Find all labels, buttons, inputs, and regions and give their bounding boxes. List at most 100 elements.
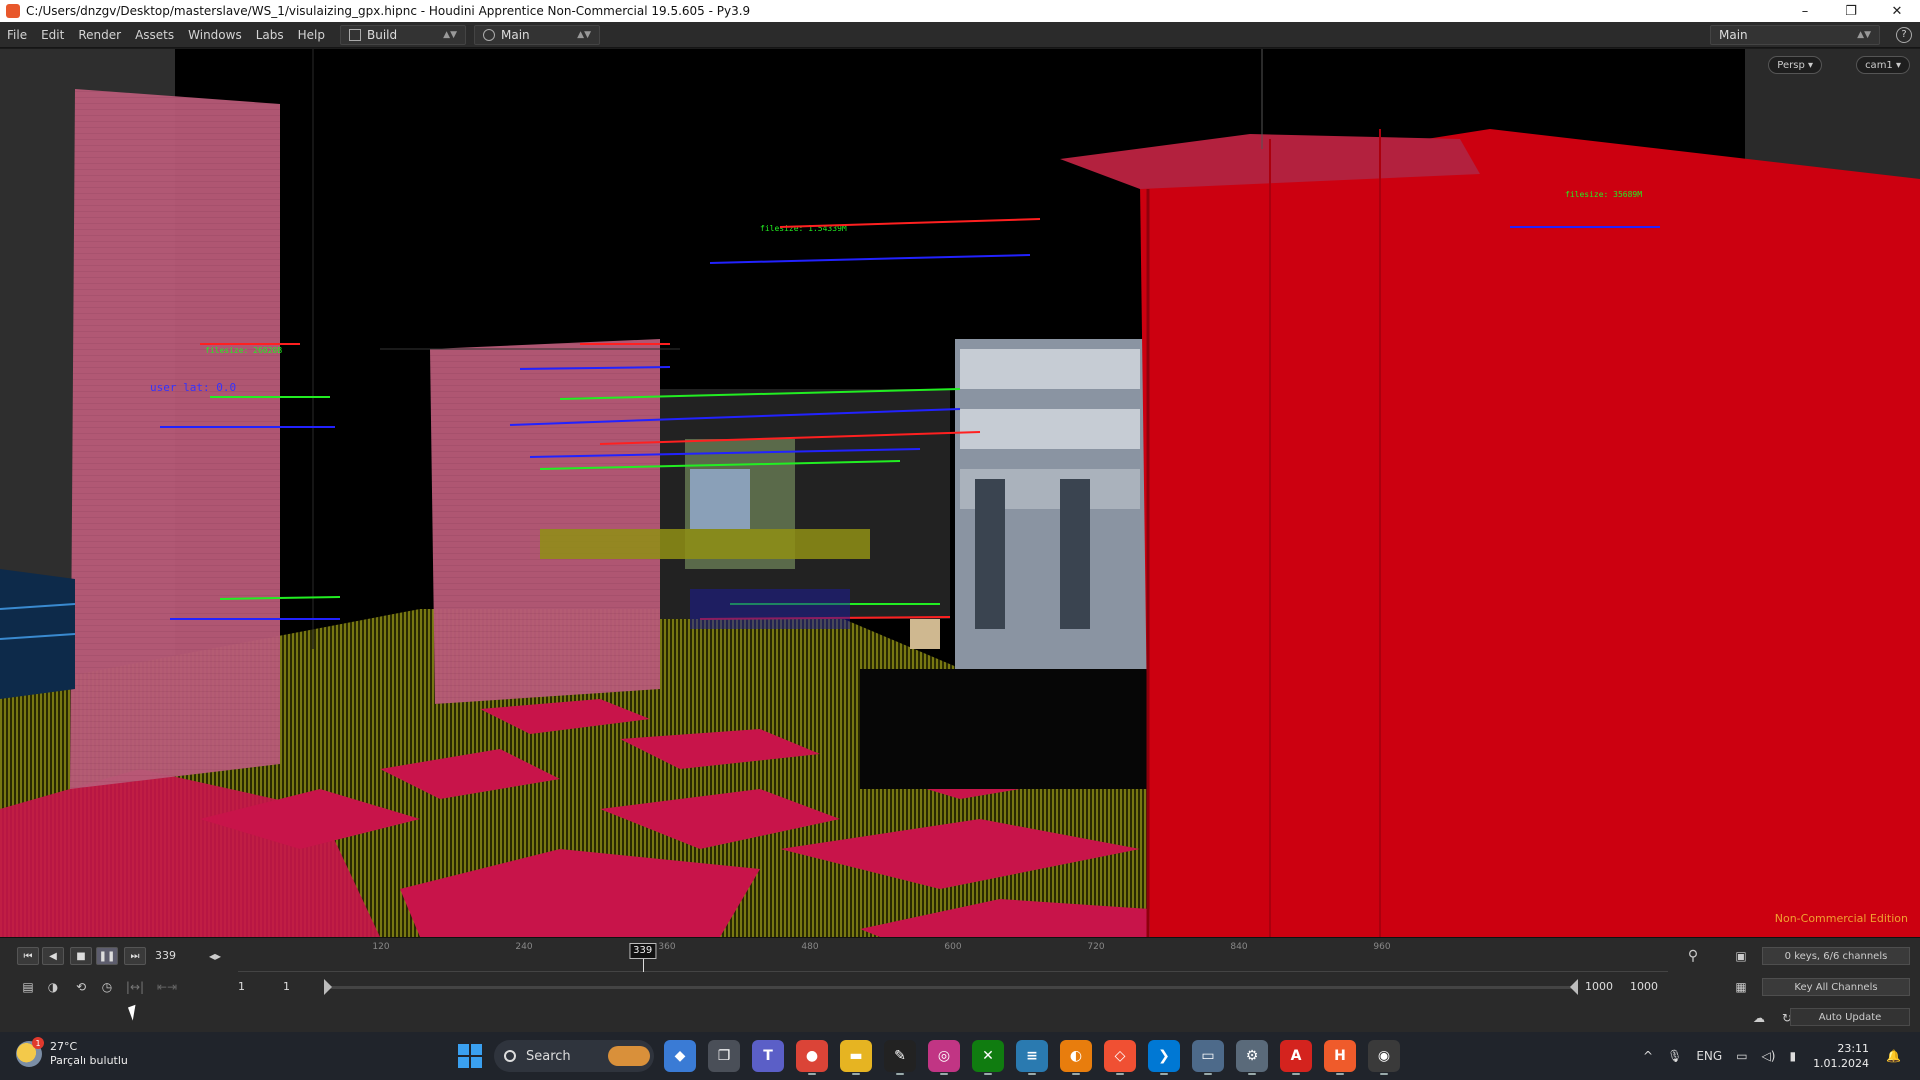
- weather-temp: 27°C: [50, 1040, 78, 1053]
- playbar-row-1: ⏮ ◀ ■ ❚❚ ⏭ 339 ◂▸ 120 240 360 480 600 72…: [0, 940, 1920, 972]
- language-indicator[interactable]: ENG: [1696, 1049, 1722, 1063]
- channel-icon[interactable]: ▣: [1730, 947, 1752, 965]
- key-all-channels-button[interactable]: Key All Channels: [1762, 978, 1910, 996]
- playbar-row-3: ☁ ↻ Auto Update: [0, 1002, 1920, 1032]
- acrobat-icon[interactable]: A: [1280, 1040, 1312, 1075]
- cloud-icon[interactable]: ☁: [1748, 1009, 1770, 1027]
- updown-icon: ▲▼: [577, 29, 591, 40]
- obs-icon[interactable]: ◉: [1368, 1040, 1400, 1075]
- current-frame-marker[interactable]: 339: [629, 943, 657, 959]
- network-icon[interactable]: ▭: [1736, 1049, 1747, 1063]
- range-start-handle[interactable]: [324, 979, 332, 995]
- range-start-field-2[interactable]: 1: [283, 979, 290, 995]
- vscode-icon[interactable]: ❯: [1148, 1040, 1180, 1075]
- menu-render[interactable]: Render: [71, 28, 128, 42]
- desktop-selector-build[interactable]: Build ▲▼: [340, 24, 466, 45]
- ruler-label: 240: [515, 942, 533, 952]
- start-button[interactable]: [458, 1044, 482, 1068]
- desktop-selector-main[interactable]: Main ▲▼: [474, 24, 600, 45]
- jump-end-button[interactable]: ⏭: [124, 947, 146, 965]
- pause-button[interactable]: ❚❚: [96, 947, 118, 965]
- desk-icon: [349, 28, 361, 41]
- auto-update-button[interactable]: Auto Update: [1790, 1008, 1910, 1026]
- desk-label: Main: [501, 27, 530, 42]
- weather-badge: 1: [32, 1037, 44, 1049]
- current-frame-field[interactable]: 339: [151, 947, 203, 965]
- audio-icon[interactable]: ◑: [42, 978, 64, 996]
- menu-file[interactable]: File: [0, 28, 34, 42]
- range-start-field[interactable]: 1: [238, 979, 245, 995]
- houdini-app-icon: [6, 4, 20, 18]
- range-end-field-2[interactable]: 1000: [1630, 979, 1658, 995]
- teams-icon[interactable]: T: [752, 1040, 784, 1072]
- step-frame-icon[interactable]: ◂▸: [204, 947, 226, 965]
- realtime-icon[interactable]: ▤: [17, 978, 39, 996]
- clock-time: 23:11: [1837, 1042, 1870, 1055]
- menu-help[interactable]: Help: [291, 28, 332, 42]
- blender-icon[interactable]: ◐: [1060, 1040, 1092, 1075]
- loop-icon[interactable]: ⟲: [70, 978, 92, 996]
- ruler-label: 120: [372, 942, 390, 952]
- taskbar-search[interactable]: Search: [494, 1040, 654, 1072]
- frame-range-bar[interactable]: [326, 986, 1576, 989]
- ruler-label: 960: [1373, 942, 1391, 952]
- instagram-icon[interactable]: ◎: [928, 1040, 960, 1075]
- help-icon[interactable]: ?: [1896, 26, 1912, 43]
- weather-widget[interactable]: 1 27°C Parçalı bulutlu: [16, 1037, 128, 1068]
- widgets-icon[interactable]: ◆: [664, 1040, 696, 1072]
- xbox-icon[interactable]: ✕: [972, 1040, 1004, 1075]
- keyframe-tool-icon[interactable]: ⚲: [1682, 947, 1704, 965]
- desktop-selector-right[interactable]: Main ▲▼: [1710, 24, 1880, 45]
- git-icon[interactable]: ◇: [1104, 1040, 1136, 1075]
- range-icon[interactable]: |↔|: [124, 978, 146, 996]
- search-label: Search: [526, 1048, 571, 1064]
- chrome-icon[interactable]: ●: [796, 1040, 828, 1075]
- range-end-handle[interactable]: [1570, 979, 1578, 995]
- playbar-row-2: ▤ ◑ ⟲ ◷ |↔| ⇤⇥ 1 1 1000 1000 ▦ Key All C…: [0, 971, 1920, 1001]
- play-reverse-button[interactable]: ◀: [42, 947, 64, 965]
- stop-button[interactable]: ■: [70, 947, 92, 965]
- persp-menu-button[interactable]: Persp ▾: [1768, 56, 1822, 74]
- close-button[interactable]: ✕: [1874, 0, 1920, 22]
- desk-label: Main: [1719, 27, 1748, 42]
- step-icon[interactable]: ⇤⇥: [156, 978, 178, 996]
- clock-icon[interactable]: ◷: [96, 978, 118, 996]
- clock-date: 1.01.2024: [1813, 1057, 1870, 1070]
- notification-bell-icon[interactable]: 🔔: [1886, 1049, 1901, 1063]
- main-menubar: File Edit Render Assets Windows Labs Hel…: [0, 22, 1920, 48]
- monitor-icon[interactable]: ▭: [1192, 1040, 1224, 1075]
- notepad-icon[interactable]: ≡: [1016, 1040, 1048, 1075]
- menu-edit[interactable]: Edit: [34, 28, 71, 42]
- weather-icon: 1: [16, 1037, 44, 1067]
- jump-start-button[interactable]: ⏮: [17, 947, 39, 965]
- overlay-userlat-left: user lat: 0.0: [150, 381, 236, 394]
- file-explorer-icon[interactable]: ▬: [840, 1040, 872, 1075]
- scene-viewport[interactable]: filesize: 1.54339M filesize: 35689M user…: [0, 49, 1920, 937]
- desk-icon: [483, 28, 495, 41]
- inkscape-icon[interactable]: ✎: [884, 1040, 916, 1075]
- volume-icon[interactable]: ◁): [1762, 1049, 1776, 1063]
- tray-overflow-icon[interactable]: ^: [1643, 1049, 1653, 1063]
- search-icon: [504, 1050, 516, 1062]
- timeline-ruler[interactable]: 120 240 360 480 600 720 840 960 339: [238, 942, 1668, 972]
- keys-channels-info[interactable]: 0 keys, 6/6 channels: [1762, 947, 1910, 965]
- houdini-icon[interactable]: H: [1324, 1040, 1356, 1075]
- range-end-field[interactable]: 1000: [1585, 979, 1613, 995]
- overlay-filesize-left: filesize: 26020B: [205, 346, 282, 355]
- menu-labs[interactable]: Labs: [249, 28, 291, 42]
- ruler-label: 360: [658, 942, 676, 952]
- key-icon[interactable]: ▦: [1730, 978, 1752, 996]
- menu-assets[interactable]: Assets: [128, 28, 181, 42]
- maximize-button[interactable]: ❐: [1828, 0, 1874, 22]
- battery-icon[interactable]: ▮: [1789, 1049, 1796, 1063]
- minimize-button[interactable]: –: [1782, 0, 1828, 22]
- settings-icon[interactable]: ⚙: [1236, 1040, 1268, 1075]
- taskbar-clock[interactable]: 23:11 1.01.2024: [1813, 1041, 1869, 1071]
- camera-menu-button[interactable]: cam1 ▾: [1856, 56, 1910, 74]
- weather-desc: Parçalı bulutlu: [50, 1054, 128, 1067]
- microphone-icon[interactable]: 🎙: [1667, 1049, 1682, 1063]
- ruler-label: 480: [801, 942, 819, 952]
- menu-windows[interactable]: Windows: [181, 28, 249, 42]
- task-view-icon[interactable]: ❐: [708, 1040, 740, 1072]
- window-title: C:/Users/dnzgv/Desktop/masterslave/WS_1/…: [26, 4, 751, 18]
